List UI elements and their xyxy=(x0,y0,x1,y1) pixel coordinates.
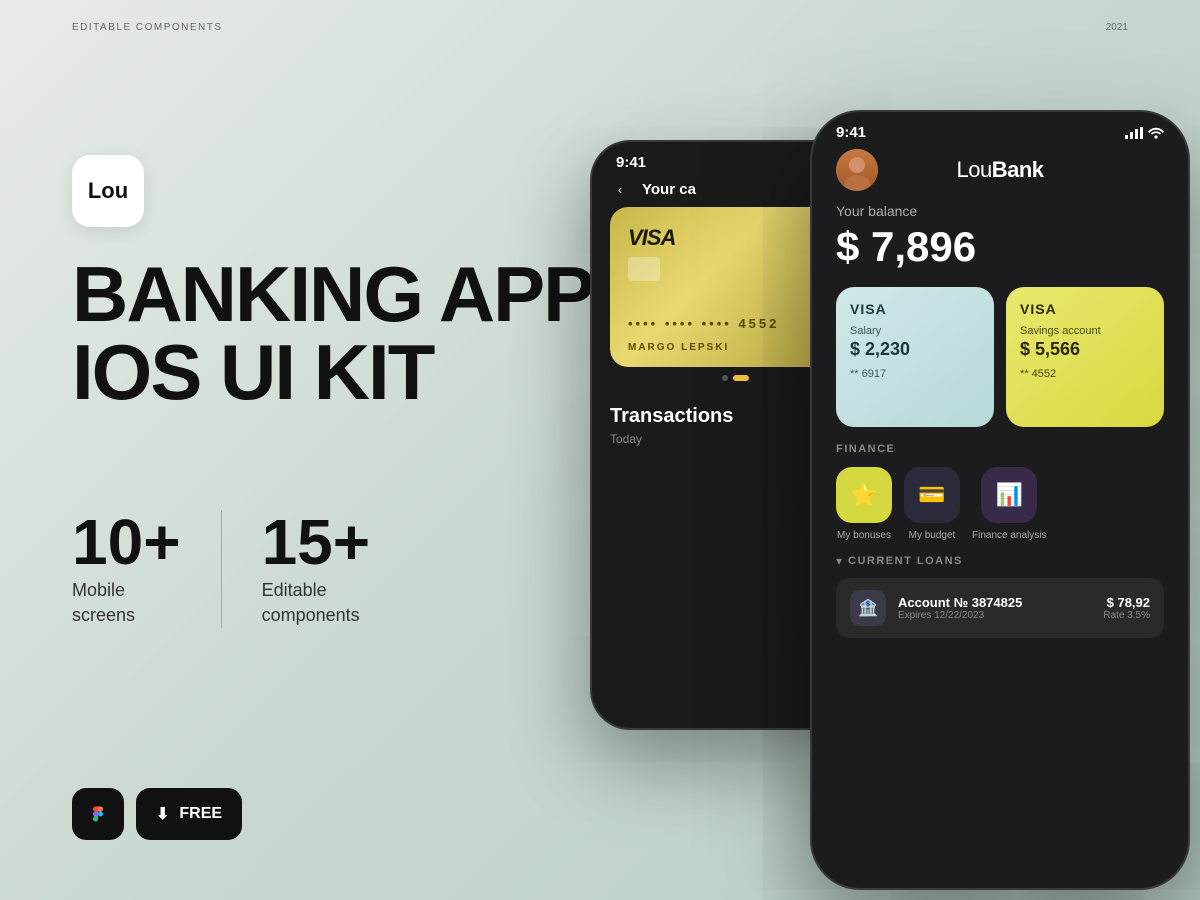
front-header: LouBank xyxy=(812,141,1188,203)
card-1-number: ** 4552 xyxy=(1020,368,1150,380)
card-1-brand: VISA xyxy=(1020,301,1150,317)
front-phone: 9:41 LouBank Your bal xyxy=(810,110,1190,890)
card-0-type: Salary xyxy=(850,325,980,337)
editable-components-label: EDITABLE COMPONENTS xyxy=(72,22,223,33)
loan-icon: 🏦 xyxy=(850,590,886,626)
back-chevron-icon[interactable]: ‹ xyxy=(610,179,630,199)
logo-text: Lou xyxy=(88,178,128,204)
phone-notch xyxy=(690,142,780,164)
analysis-icon: 📊 xyxy=(996,482,1023,508)
free-download-button[interactable]: ⬇ FREE xyxy=(136,788,242,840)
figma-button[interactable] xyxy=(72,788,124,840)
back-header-label: Your ca xyxy=(642,181,696,198)
analysis-icon-btn[interactable]: 📊 xyxy=(981,467,1037,523)
loans-title: CURRENT LOANS xyxy=(848,555,963,567)
loan-card-icon: 🏦 xyxy=(858,598,878,618)
stats-row: 10+ Mobile screens 15+ Editable componen… xyxy=(72,510,410,628)
card-0-amount: $ 2,230 xyxy=(850,339,980,360)
finance-item-bonuses[interactable]: ⭐ My bonuses xyxy=(836,467,892,542)
cards-row: VISA Salary $ 2,230 ** 6917 VISA Savings… xyxy=(812,287,1188,443)
budget-icon-btn[interactable]: 💳 xyxy=(904,467,960,523)
card-0-brand: VISA xyxy=(850,301,980,317)
dot-2-active xyxy=(733,375,749,381)
loans-header: ▾ CURRENT LOANS xyxy=(836,554,1164,568)
card-salary[interactable]: VISA Salary $ 2,230 ** 6917 xyxy=(836,287,994,427)
balance-amount: $ 7,896 xyxy=(836,223,1164,271)
finance-section: FINANCE ⭐ My bonuses 💳 My budget 📊 xyxy=(812,443,1188,554)
finance-item-analysis[interactable]: 📊 Finance analysis xyxy=(972,467,1046,542)
loan-expires: Expires 12/22/2023 xyxy=(898,610,1091,621)
finance-title: FINANCE xyxy=(836,443,1164,455)
main-heading: BANKING APP IOS UI KIT xyxy=(72,255,593,411)
avatar-face xyxy=(836,149,878,191)
front-phone-notch xyxy=(940,112,1060,140)
heading-line1: BANKING APP xyxy=(72,250,593,338)
star-icon: ⭐ xyxy=(850,482,877,508)
finance-item-budget[interactable]: 💳 My budget xyxy=(904,467,960,542)
finance-icons-row: ⭐ My bonuses 💳 My budget 📊 Finance analy… xyxy=(836,467,1164,542)
card-1-type: Savings account xyxy=(1020,325,1150,337)
status-icons-front xyxy=(1125,127,1164,139)
heading-line2: IOS UI KIT xyxy=(72,328,433,416)
card-1-amount: $ 5,566 xyxy=(1020,339,1150,360)
loans-section: ▾ CURRENT LOANS 🏦 Account № 3874825 Expi… xyxy=(812,554,1188,638)
loan-item[interactable]: 🏦 Account № 3874825 Expires 12/22/2023 $… xyxy=(836,578,1164,638)
bonuses-icon-btn[interactable]: ⭐ xyxy=(836,467,892,523)
stat-number-2: 15+ xyxy=(262,510,371,574)
front-phone-content: 9:41 LouBank Your bal xyxy=(812,112,1188,888)
loan-amount-col: $ 78,92 Rate 3.5% xyxy=(1103,595,1150,621)
bonuses-label: My bonuses xyxy=(837,529,891,542)
loan-rate: Rate 3.5% xyxy=(1103,610,1150,621)
avatar[interactable] xyxy=(836,149,878,191)
dot-1 xyxy=(722,375,728,381)
balance-label: Your balance xyxy=(836,203,1164,219)
loan-account: Account № 3874825 xyxy=(898,595,1091,610)
bank-name-light: Lou xyxy=(956,157,991,182)
loan-info: Account № 3874825 Expires 12/22/2023 xyxy=(898,595,1091,621)
bank-name-bold: Bank xyxy=(992,157,1044,182)
status-time-back: 9:41 xyxy=(616,154,646,171)
year-label: 2021 xyxy=(1106,22,1128,33)
download-icon: ⬇ xyxy=(156,804,169,824)
card-holder: MARGO LEPSKI xyxy=(628,342,729,353)
balance-section: Your balance $ 7,896 xyxy=(812,203,1188,287)
loan-amount: $ 78,92 xyxy=(1103,595,1150,610)
bottom-buttons: ⬇ FREE xyxy=(72,788,242,840)
card-0-number: ** 6917 xyxy=(850,368,980,380)
stat-label-2: Editable components xyxy=(262,578,371,628)
loans-chevron-icon: ▾ xyxy=(836,554,842,568)
budget-label: My budget xyxy=(909,529,956,542)
stat-mobile-screens: 10+ Mobile screens xyxy=(72,510,221,628)
card-number: •••• •••• •••• 4552 xyxy=(628,316,779,331)
budget-icon: 💳 xyxy=(918,482,945,508)
free-label: FREE xyxy=(179,805,222,823)
analysis-label: Finance analysis xyxy=(972,529,1046,542)
bank-name: LouBank xyxy=(956,157,1043,183)
status-time-front: 9:41 xyxy=(836,124,866,141)
card-chip xyxy=(628,257,660,281)
stat-label-1: Mobile screens xyxy=(72,578,181,628)
card-savings[interactable]: VISA Savings account $ 5,566 ** 4552 xyxy=(1006,287,1164,427)
app-logo: Lou xyxy=(72,155,144,227)
stat-number-1: 10+ xyxy=(72,510,181,574)
stat-editable-components: 15+ Editable components xyxy=(221,510,411,628)
